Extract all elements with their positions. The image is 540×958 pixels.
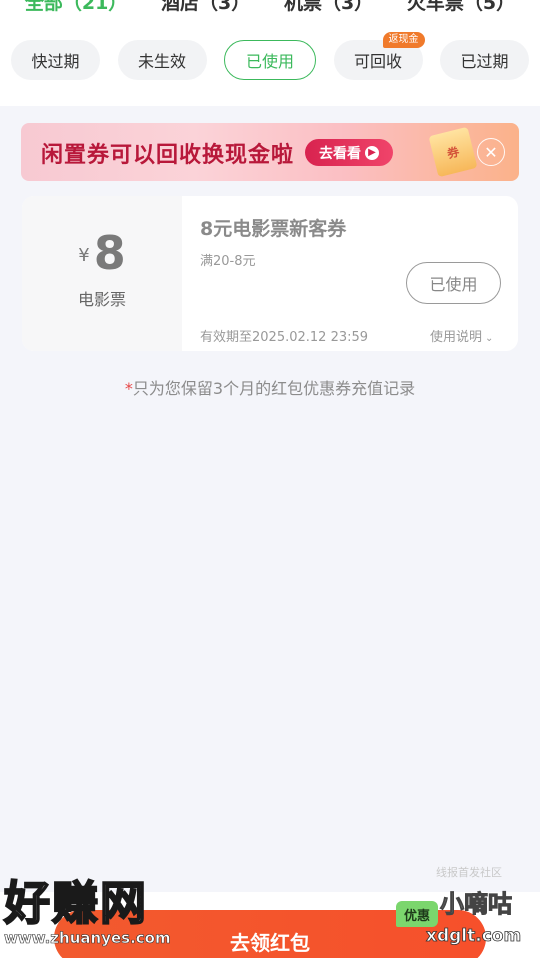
tab-hotel[interactable]: 酒店（3）: [161, 0, 250, 18]
watermark-right-caption: 线报首发社区: [436, 866, 502, 879]
watermark-left-url: www.zhuanyes.com: [4, 929, 171, 947]
watermark-right-url: xdglt.com: [426, 926, 522, 947]
coupon-value-panel: ¥8 电影票: [22, 196, 182, 351]
watermark-left-logo: 好赚网: [3, 875, 148, 931]
note-star: *: [124, 379, 133, 398]
currency-symbol: ¥: [78, 245, 90, 266]
watermark-right-logo: 小嘀咕: [440, 890, 513, 919]
status-filters: 快过期 未生效 已使用 可回收 返现金 已过期: [0, 32, 540, 82]
coupon-condition: 满20-8元: [200, 254, 256, 269]
tab-all[interactable]: 全部（21）: [25, 0, 127, 18]
banner-go-label: 去看看: [319, 145, 361, 162]
coupon-amount: ¥8: [22, 226, 182, 280]
banner-go-button[interactable]: 去看看 ▶: [305, 139, 393, 166]
usage-label: 使用说明: [430, 330, 483, 345]
retention-note: *只为您保留3个月的红包优惠券充值记录: [0, 375, 540, 399]
coupon-card[interactable]: ¥8 电影票 8元电影票新客券 满20-8元 已使用 有效期至2025.02.1…: [22, 196, 518, 351]
filter-expired[interactable]: 已过期: [440, 40, 529, 80]
recycle-banner[interactable]: 闲置券可以回收换现金啦 去看看 ▶ 券 ✕: [21, 123, 519, 181]
discount-tag: 优惠: [396, 901, 439, 927]
close-icon[interactable]: ✕: [477, 138, 505, 166]
filter-expiring-soon[interactable]: 快过期: [11, 40, 100, 80]
ticket-icon: 券: [428, 126, 478, 178]
chevron-down-icon: ⌄: [485, 333, 494, 344]
watermark-left: 好赚网 www.zhuanyes.com: [3, 875, 190, 947]
category-tabs: 全部（21） 酒店（3） 机票（3） 火车票（5）: [0, 0, 540, 18]
note-text: 只为您保留3个月的红包优惠券充值记录: [132, 379, 416, 398]
coupon-type: 电影票: [77, 290, 126, 309]
filter-recyclable-label: 可回收: [353, 52, 402, 71]
chevron-right-icon: ▶: [365, 145, 379, 160]
usage-instructions-link[interactable]: 使用说明 ⌄: [430, 326, 493, 345]
filter-recyclable[interactable]: 可回收 返现金: [333, 32, 425, 80]
banner-title: 闲置券可以回收换现金啦: [41, 143, 295, 168]
tab-train[interactable]: 火车票（5）: [407, 0, 515, 18]
used-status-button[interactable]: 已使用: [406, 262, 501, 304]
filter-not-active[interactable]: 未生效: [117, 40, 207, 80]
cashback-badge: 返现金: [382, 32, 425, 48]
filter-used[interactable]: 已使用: [224, 40, 316, 80]
coupon-title: 8元电影票新客券: [200, 218, 347, 240]
amount-value: 8: [93, 226, 126, 280]
coupon-validity: 有效期至2025.02.12 23:59: [200, 330, 369, 345]
top-area: 全部（21） 酒店（3） 机票（3） 火车票（5） 快过期 未生效 已使用 可回…: [0, 0, 540, 106]
tab-flight[interactable]: 机票（3）: [284, 0, 373, 18]
